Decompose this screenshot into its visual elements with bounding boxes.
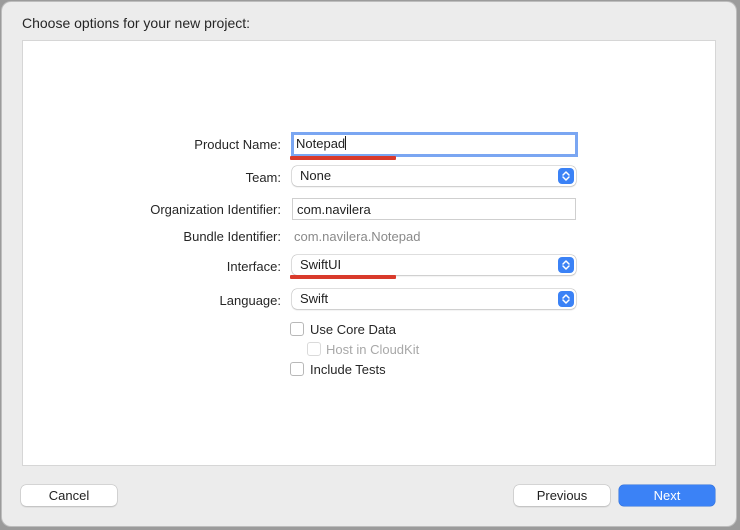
organization-identifier-value: com.navilera [297,202,371,217]
previous-button[interactable]: Previous [514,485,610,506]
text-cursor [345,136,347,150]
language-popup[interactable]: Swift [292,289,576,309]
language-value: Swift [300,291,329,306]
chevron-up-down-icon [558,291,574,307]
next-button[interactable]: Next [619,485,715,506]
options-panel [22,40,716,466]
use-core-data-checkbox[interactable] [290,322,304,336]
annotation-underline [290,156,396,160]
language-label: Language: [219,293,281,308]
bundle-identifier-value: com.navilera.Notepad [294,229,421,244]
product-name-value: Notepad [296,136,346,151]
product-name-label: Product Name: [194,137,281,152]
host-in-cloudkit-checkbox [307,342,321,356]
chevron-up-down-icon [558,257,574,273]
dialog-title: Choose options for your new project: [22,15,251,31]
interface-popup[interactable]: SwiftUI [292,255,576,275]
cancel-button[interactable]: Cancel [21,485,117,506]
team-value: None [300,168,332,183]
new-project-dialog: Choose options for your new project: Pro… [2,2,736,526]
bundle-identifier-label: Bundle Identifier: [183,229,281,244]
chevron-up-down-icon [558,168,574,184]
product-name-field[interactable]: Notepad [291,132,578,157]
organization-identifier-label: Organization Identifier: [150,202,281,217]
annotation-underline [290,275,396,279]
host-in-cloudkit-label: Host in CloudKit [326,342,420,357]
interface-label: Interface: [226,259,281,274]
include-tests-checkbox[interactable] [290,362,304,376]
include-tests-label[interactable]: Include Tests [310,362,386,377]
team-popup[interactable]: None [292,166,576,186]
team-label: Team: [245,170,281,185]
interface-value: SwiftUI [300,257,342,272]
use-core-data-label[interactable]: Use Core Data [310,322,396,337]
organization-identifier-field[interactable]: com.navilera [292,198,576,220]
